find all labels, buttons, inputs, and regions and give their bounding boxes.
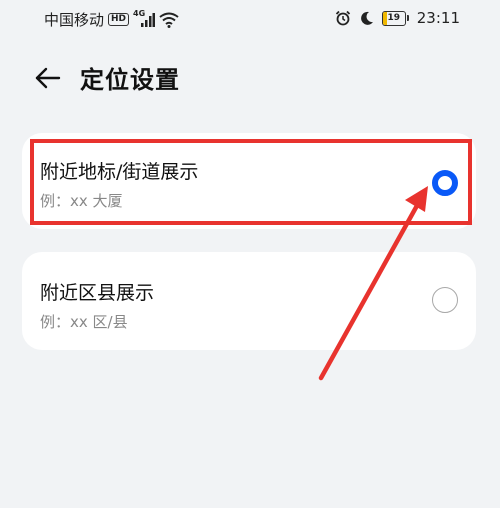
- battery-body: 19: [381, 10, 406, 26]
- page-title: 定位设置: [80, 66, 180, 94]
- page-header: 定位设置: [0, 56, 500, 100]
- status-left: 中国移动 HD 4G: [44, 9, 179, 30]
- hd-icon: HD: [108, 13, 130, 26]
- option-title: 附近区县展示: [40, 282, 155, 304]
- option-example: 例：xx 大厦: [40, 192, 123, 210]
- battery-level: 19: [387, 12, 401, 23]
- back-button[interactable]: [32, 62, 64, 94]
- option-district-county[interactable]: 附近区县展示 例：xx 区/县: [22, 252, 476, 350]
- option-landmark-street[interactable]: 附近地标/街道展示 例：xx 大厦: [22, 133, 476, 229]
- option-example: 例：xx 区/县: [40, 313, 128, 331]
- battery-fill: [382, 11, 387, 25]
- status-bar: 中国移动 HD 4G 19 23:11: [0, 0, 500, 36]
- wifi-icon: [159, 12, 179, 28]
- battery-icon: 19: [381, 10, 409, 26]
- battery-cap: [406, 15, 409, 21]
- clock-time: 23:11: [416, 9, 460, 27]
- status-right: 19 23:11: [335, 9, 460, 27]
- radio-unselected[interactable]: [432, 287, 458, 313]
- alarm-icon: [335, 10, 350, 26]
- arrow-left-icon: [35, 67, 61, 89]
- carrier-name: 中国移动: [44, 11, 105, 29]
- cellular-signal-icon: 4G: [133, 8, 156, 28]
- do-not-disturb-moon-icon: [360, 11, 373, 25]
- option-title: 附近地标/街道展示: [40, 161, 199, 183]
- network-type-label: 4G: [133, 8, 146, 18]
- radio-selected[interactable]: [432, 170, 458, 196]
